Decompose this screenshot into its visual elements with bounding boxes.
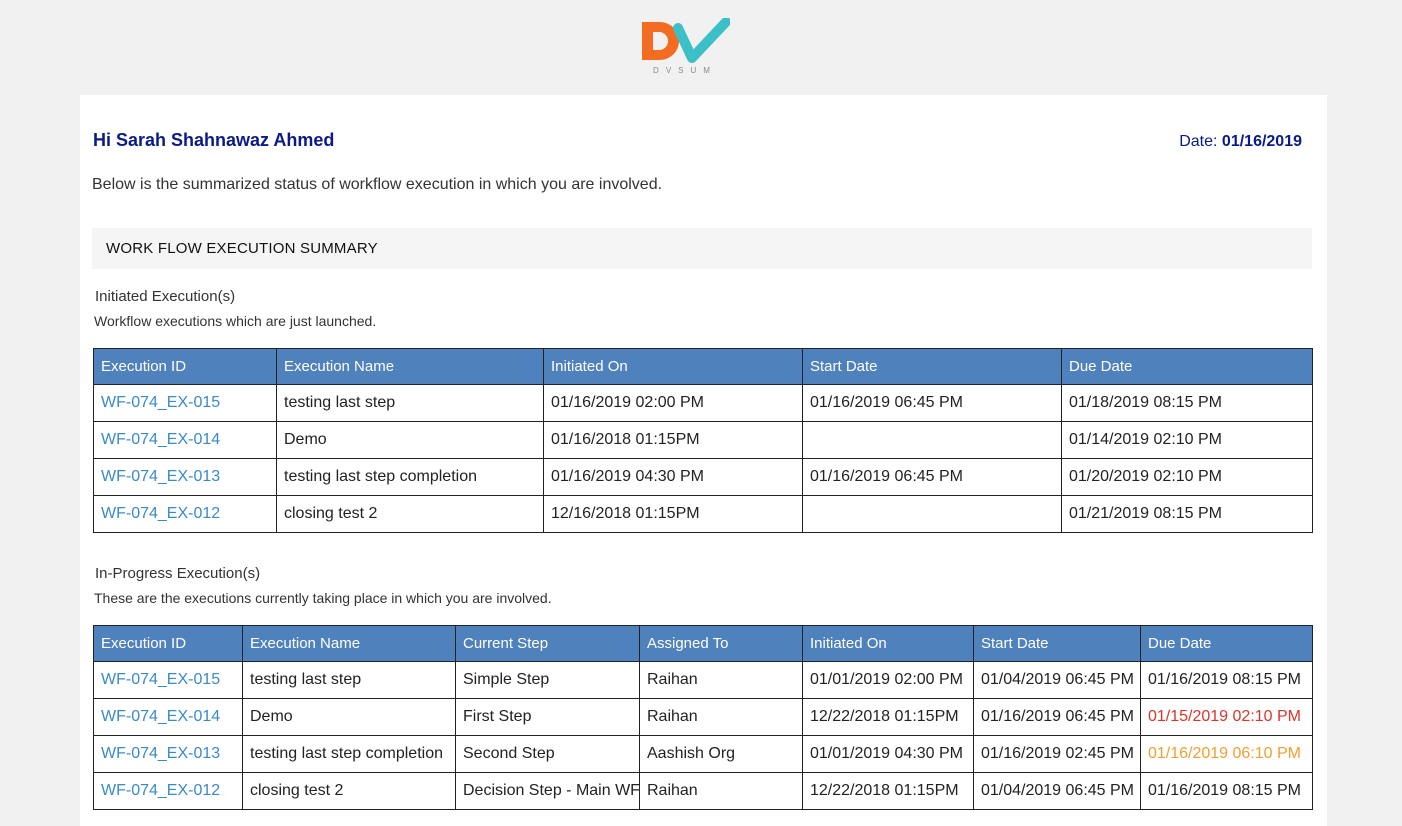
summary-title: WORK FLOW EXECUTION SUMMARY: [106, 240, 378, 257]
execution-id-link[interactable]: WF-074_EX-014: [93, 421, 277, 459]
column-header: Initiated On: [802, 625, 974, 662]
start-date-cell: [802, 495, 1062, 533]
column-header: Execution ID: [93, 348, 277, 385]
due-date-cell: 01/21/2019 08:15 PM: [1061, 495, 1313, 533]
due-date-cell: 01/18/2019 08:15 PM: [1061, 384, 1313, 422]
initiated-on-cell: 12/22/2018 01:15PM: [802, 772, 974, 810]
assigned-to-cell: Raihan: [639, 772, 803, 810]
initiated-on-cell: 01/16/2019 04:30 PM: [543, 458, 803, 496]
start-date-cell: 01/04/2019 06:45 PM: [973, 661, 1141, 699]
initiated-section-description: Workflow executions which are just launc…: [94, 313, 377, 329]
assigned-to-cell: Aashish Org: [639, 735, 803, 773]
execution-id-link[interactable]: WF-074_EX-012: [93, 772, 243, 810]
table-row: WF-074_EX-012 closing test 2 12/16/2018 01…: [93, 495, 1313, 533]
execution-id-link[interactable]: WF-074_EX-014: [93, 698, 243, 736]
table-row: WF-074_EX-013 testing last step completio…: [93, 458, 1313, 496]
table-row: WF-074_EX-015 testing last step Simple Ste…: [93, 661, 1313, 699]
current-step-cell: Second Step: [455, 735, 640, 773]
greeting: Hi Sarah Shahnawaz Ahmed: [93, 130, 335, 150]
initiated-on-cell: 01/16/2019 02:00 PM: [543, 384, 803, 422]
due-date-cell: 01/16/2019 08:15 PM: [1140, 661, 1313, 699]
execution-name-cell: closing test 2: [276, 495, 544, 533]
start-date-cell: 01/04/2019 06:45 PM: [973, 772, 1141, 810]
due-date-cell: 01/14/2019 02:10 PM: [1061, 421, 1313, 459]
column-header: Execution ID: [93, 625, 243, 662]
execution-name-cell: closing test 2: [242, 772, 456, 810]
current-step-cell: First Step: [455, 698, 640, 736]
column-header: Current Step: [455, 625, 640, 662]
column-header: Start Date: [802, 348, 1062, 385]
execution-id-link[interactable]: WF-074_EX-012: [93, 495, 277, 533]
current-step-cell: Simple Step: [455, 661, 640, 699]
inprogress-executions-table: Execution ID Execution Name Current Step…: [93, 625, 1313, 810]
table-row: WF-074_EX-014 Demo First Step Raihan 12/22/2…: [93, 698, 1313, 736]
assigned-to-cell: Raihan: [639, 698, 803, 736]
current-step-cell: Decision Step - Main WF: [455, 772, 640, 810]
start-date-cell: 01/16/2019 06:45 PM: [802, 384, 1062, 422]
dvsum-logo-mark: [642, 17, 731, 63]
column-header: Start Date: [973, 625, 1141, 662]
start-date-cell: 01/16/2019 06:45 PM: [802, 458, 1062, 496]
initiated-on-cell: 12/16/2018 01:15PM: [543, 495, 803, 533]
due-date-cell: 01/20/2019 02:10 PM: [1061, 458, 1313, 496]
start-date-cell: 01/16/2019 02:45 PM: [973, 735, 1141, 773]
date-display: Date: 01/16/2019: [1179, 133, 1302, 151]
date-label: Date:: [1179, 133, 1218, 150]
table-header-row: Execution ID Execution Name Current Step…: [93, 625, 1313, 662]
initiated-on-cell: 01/16/2018 01:15PM: [543, 421, 803, 459]
execution-name-cell: testing last step: [242, 661, 456, 699]
execution-id-link[interactable]: WF-074_EX-015: [93, 384, 277, 422]
execution-name-cell: testing last step: [276, 384, 544, 422]
execution-id-link[interactable]: WF-074_EX-013: [93, 735, 243, 773]
execution-name-cell: Demo: [276, 421, 544, 459]
initiated-executions-table: Execution ID Execution Name Initiated On…: [93, 348, 1313, 533]
initiated-section-title: Initiated Execution(s): [95, 288, 236, 305]
execution-id-link[interactable]: WF-074_EX-013: [93, 458, 277, 496]
due-date-cell: 01/15/2019 02:10 PM: [1140, 698, 1313, 736]
intro-text: Below is the summarized status of workfl…: [92, 176, 663, 193]
due-date-cell: 01/16/2019 08:15 PM: [1140, 772, 1313, 810]
date-value: 01/16/2019: [1221, 133, 1302, 150]
dvsum-logo: DVSUM: [640, 17, 731, 78]
inprogress-section-title: In-Progress Execution(s): [95, 565, 261, 582]
table-row: WF-074_EX-012 closing test 2 Decision Step…: [93, 772, 1313, 810]
table-row: WF-074_EX-014 Demo 01/16/2018 01:15PM 01/14…: [93, 421, 1313, 459]
table-row: WF-074_EX-013 testing last step completio…: [93, 735, 1313, 773]
inprogress-section-description: These are the executions currently takin…: [94, 590, 552, 606]
execution-id-link[interactable]: WF-074_EX-015: [93, 661, 243, 699]
table-header-row: Execution ID Execution Name Initiated On…: [93, 348, 1313, 385]
execution-name-cell: Demo: [242, 698, 456, 736]
column-header: Due Date: [1061, 348, 1313, 385]
initiated-on-cell: 12/22/2018 01:15PM: [802, 698, 974, 736]
initiated-on-cell: 01/01/2019 04:30 PM: [802, 735, 974, 773]
execution-name-cell: testing last step completion: [276, 458, 544, 496]
assigned-to-cell: Raihan: [639, 661, 803, 699]
column-header: Execution Name: [242, 625, 456, 662]
column-header: Due Date: [1140, 625, 1313, 662]
column-header: Initiated On: [543, 348, 803, 385]
initiated-on-cell: 01/01/2019 02:00 PM: [802, 661, 974, 699]
email-card: Hi Sarah Shahnawaz Ahmed Date: 01/16/201…: [80, 95, 1327, 826]
column-header: Assigned To: [639, 625, 803, 662]
table-row: WF-074_EX-015 testing last step 01/16/2019…: [93, 384, 1313, 422]
start-date-cell: [802, 421, 1062, 459]
summary-header: WORK FLOW EXECUTION SUMMARY: [92, 228, 1312, 269]
due-date-cell: 01/16/2019 06:10 PM: [1140, 735, 1313, 773]
execution-name-cell: testing last step completion: [242, 735, 456, 773]
column-header: Execution Name: [276, 348, 544, 385]
start-date-cell: 01/16/2019 06:45 PM: [973, 698, 1141, 736]
logo-subtext: DVSUM: [653, 66, 717, 75]
